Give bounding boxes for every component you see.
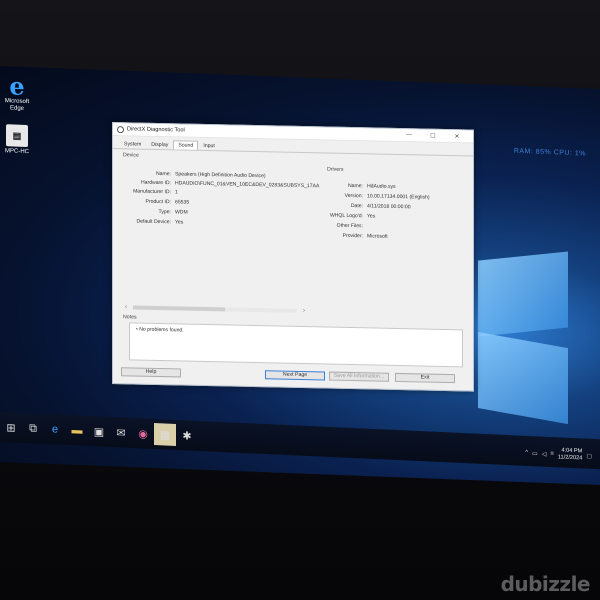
notes-box: • No problems found. xyxy=(129,322,463,368)
device-group: Name: Speakers (High Definition Audio Dev… xyxy=(119,158,319,298)
driver-row: Other Files: xyxy=(336,222,363,230)
edge-taskbar-icon[interactable]: e xyxy=(44,418,66,441)
driver-row: Name: HdAudio.sys xyxy=(347,182,396,190)
device-horizontal-scrollbar[interactable]: ‹ › xyxy=(125,304,305,314)
scroll-track[interactable] xyxy=(133,305,297,313)
scroll-thumb[interactable] xyxy=(133,305,225,312)
device-row: Product ID: 65535 xyxy=(145,198,190,206)
tab-display[interactable]: Display xyxy=(146,140,173,150)
scroll-right-icon[interactable]: › xyxy=(297,308,305,314)
window-title: DirectX Diagnostic Tool xyxy=(127,126,185,134)
start-button-icon[interactable]: ⊞ xyxy=(0,416,22,439)
app-icon[interactable]: ◉ xyxy=(132,422,154,445)
directx-taskbar-icon[interactable]: ▦ xyxy=(154,422,176,446)
network-icon[interactable]: ▭ xyxy=(532,450,538,457)
desktop-icon-label: MPC-HC xyxy=(5,148,29,156)
system-monitor-text: RAM: 85% CPU: 1% xyxy=(513,147,586,158)
notes-text: No problems found. xyxy=(139,326,184,334)
device-row: Default Device: Yes xyxy=(136,218,184,226)
language-icon[interactable]: ≡ xyxy=(550,451,554,457)
driver-row: WHQL Logo'd: Yes xyxy=(329,212,376,220)
device-row: Manufacturer ID: 1 xyxy=(133,188,178,196)
button-bar: Help Next Page Save All Information... E… xyxy=(119,367,467,386)
dubizzle-watermark: dubizzle xyxy=(500,572,591,596)
directx-icon xyxy=(117,125,124,133)
drivers-group: Name: HdAudio.sys Version: 10.00.17134.000… xyxy=(319,172,463,265)
desktop-icon-label: Edge xyxy=(9,105,24,112)
windows-logo-wallpaper xyxy=(468,251,578,438)
driver-row: Provider: Microsoft xyxy=(342,232,388,240)
notifications-icon[interactable]: ▢ xyxy=(586,452,592,459)
tab-content: Device Name: Speakers (High Definition Au… xyxy=(119,152,467,368)
desktop-icon-mpc-hc[interactable]: ▤ MPC-HC xyxy=(0,124,34,156)
mpc-taskbar-icon[interactable]: ✱ xyxy=(176,424,198,447)
close-button[interactable]: ✕ xyxy=(445,132,469,140)
mail-icon[interactable]: ✉ xyxy=(110,421,132,444)
store-icon[interactable]: ▣ xyxy=(88,420,110,443)
device-row: Type: WDM xyxy=(158,208,188,216)
driver-row: Date: 4/11/2018 00:00:00 xyxy=(350,203,411,211)
file-explorer-icon[interactable]: ▬ xyxy=(66,419,88,442)
chevron-up-icon[interactable]: ^ xyxy=(525,450,528,456)
maximize-button[interactable]: ☐ xyxy=(421,132,445,140)
scroll-left-icon[interactable]: ‹ xyxy=(125,304,133,310)
volume-icon[interactable]: ◁ xyxy=(542,450,547,457)
save-all-information-button[interactable]: Save All Information... xyxy=(329,371,389,382)
notes-label: Notes xyxy=(123,314,137,321)
minimize-button[interactable]: — xyxy=(397,132,421,139)
tab-input[interactable]: Input xyxy=(198,141,220,150)
help-button[interactable]: Help xyxy=(121,367,181,378)
clock-date: 11/2/2024 xyxy=(557,454,583,462)
clapperboard-icon: ▤ xyxy=(6,124,28,148)
tab-sound[interactable]: Sound xyxy=(173,140,199,150)
driver-row: Version: 10.00.17134.0001 (English) xyxy=(344,192,430,201)
desktop-icon-edge[interactable]: e Microsoft Edge xyxy=(0,70,34,113)
bullet-icon: • xyxy=(136,326,138,333)
clock[interactable]: 4:04 PM 11/2/2024 xyxy=(558,447,582,462)
tab-system[interactable]: System xyxy=(119,139,146,149)
edge-icon: e xyxy=(9,70,25,101)
device-row: Name: Speakers (High Definition Audio Dev… xyxy=(155,170,266,180)
next-page-button[interactable]: Next Page xyxy=(265,370,325,381)
exit-button[interactable]: Exit xyxy=(395,372,455,384)
task-view-icon[interactable]: ⧉ xyxy=(22,417,44,440)
system-tray: ^ ▭ ◁ ≡ 4:04 PM 11/2/2024 ▢ xyxy=(525,446,592,463)
directx-diagnostic-window: DirectX Diagnostic Tool — ☐ ✕ System Dis… xyxy=(112,122,474,392)
